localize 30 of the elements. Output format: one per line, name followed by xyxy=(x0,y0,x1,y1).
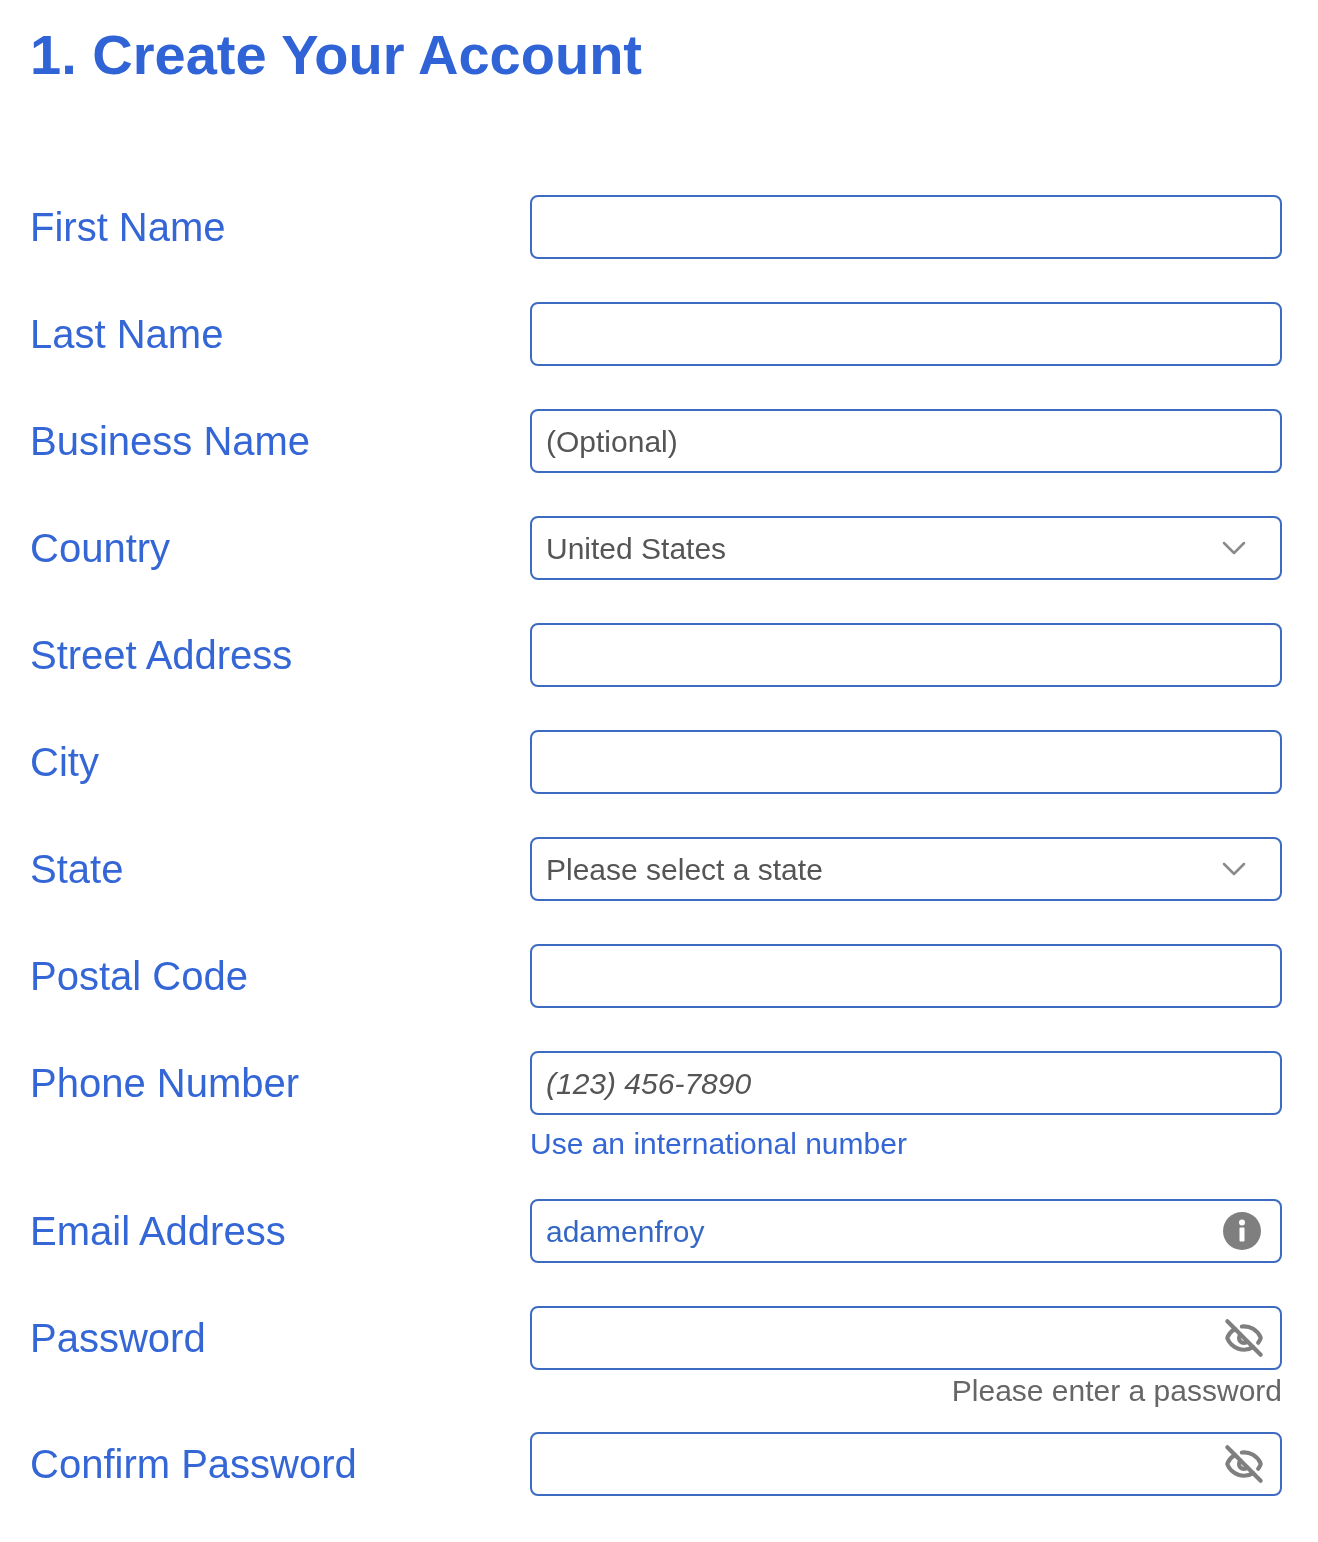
field-label: City xyxy=(30,739,99,786)
text-field[interactable] xyxy=(530,302,1282,366)
password-hint: Please enter a password xyxy=(951,1374,1282,1408)
eye-off-icon[interactable] xyxy=(1224,1318,1264,1358)
field-label: Phone Number xyxy=(30,1060,300,1107)
field-label: Country xyxy=(30,525,171,572)
page-title: 1. Create Your Account xyxy=(30,22,643,88)
dropdown-field[interactable]: United States xyxy=(530,516,1282,580)
field-label: Business Name xyxy=(30,418,311,465)
phone-field[interactable]: (123) 456-7890 xyxy=(530,1051,1282,1115)
field-label: First Name xyxy=(30,204,226,251)
dropdown-field[interactable]: Please select a state xyxy=(530,837,1282,901)
field-label: Password xyxy=(30,1315,206,1362)
text-field[interactable] xyxy=(530,623,1282,687)
email-field[interactable]: adamenfroy xyxy=(530,1199,1282,1263)
text-field[interactable] xyxy=(530,944,1282,1008)
field-label: Email Address xyxy=(30,1208,286,1255)
eye-off-icon[interactable] xyxy=(1224,1444,1264,1484)
field-label: Postal Code xyxy=(30,953,248,1000)
password-field[interactable] xyxy=(530,1432,1282,1496)
field-label: State xyxy=(30,846,124,893)
field-label: Street Address xyxy=(30,632,293,679)
text-field[interactable] xyxy=(530,730,1282,794)
text-field[interactable] xyxy=(530,195,1282,259)
field-label: Last Name xyxy=(30,311,224,358)
international-number-link[interactable]: Use an international number xyxy=(530,1127,1282,1161)
info-icon[interactable] xyxy=(1222,1211,1262,1251)
text-field[interactable]: (Optional) xyxy=(530,409,1282,473)
password-field[interactable] xyxy=(530,1306,1282,1370)
field-label: Confirm Password xyxy=(30,1441,357,1488)
